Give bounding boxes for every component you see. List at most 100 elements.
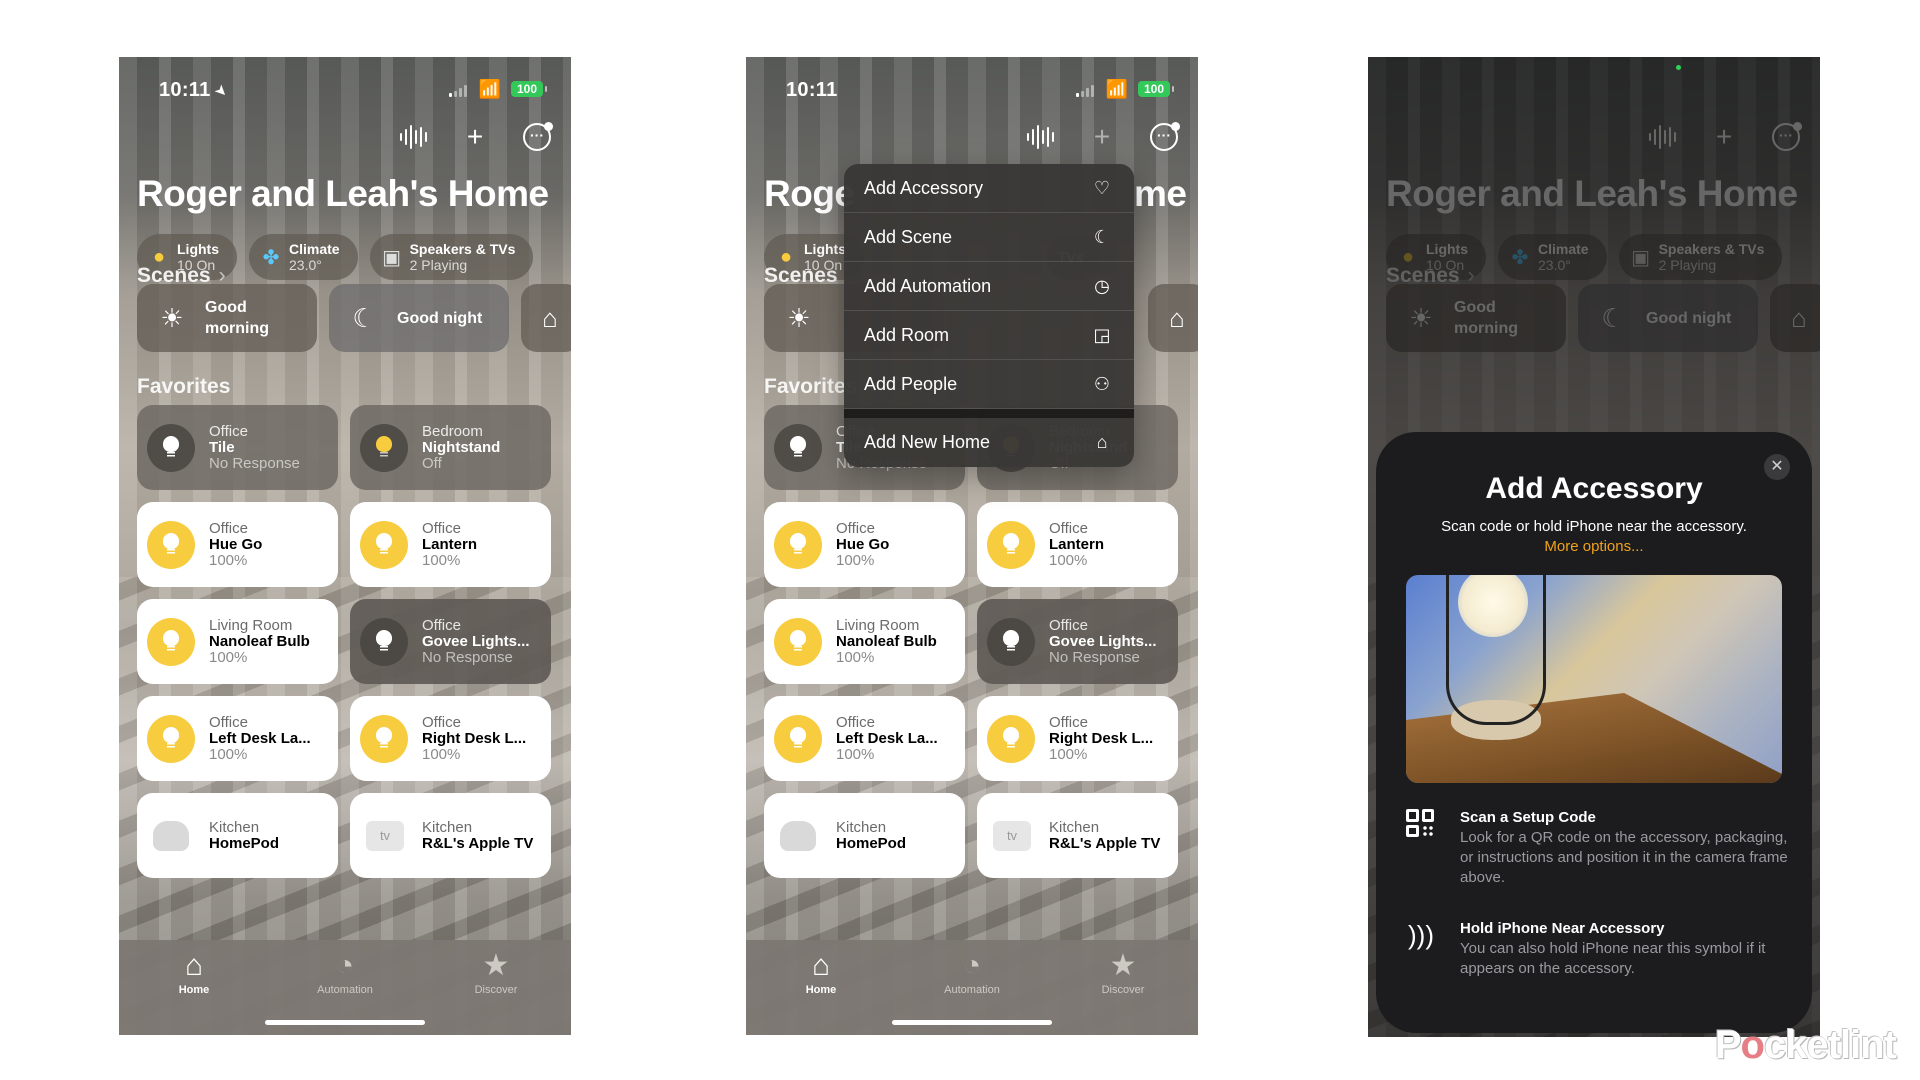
more-options-icon[interactable]: ··· (521, 121, 553, 153)
tab-discover[interactable]: ★ Discover (1063, 948, 1183, 996)
chip-climate[interactable]: ✤ Climate23.0° (249, 234, 358, 280)
menu-item-add-room[interactable]: Add Room ◲ (844, 311, 1134, 360)
homepod-icon (153, 820, 189, 851)
tile-name: R&L's Apple TV (422, 834, 534, 852)
tile-room: Living Room (209, 616, 293, 634)
tab-home[interactable]: ⌂ Home (761, 948, 881, 996)
tile-state: No Response (209, 454, 300, 472)
accessory-tile[interactable]: Kitchen HomePod (137, 793, 338, 878)
accessory-tile[interactable]: Office Left Desk La... 100% (764, 696, 965, 781)
watermark-power-icon: o (1740, 1023, 1765, 1067)
chip-subtitle: 23.0° (289, 257, 322, 273)
house-icon: ⌂ (811, 949, 831, 982)
sun-icon: ☀ (160, 302, 184, 333)
home-toolbar: + ··· (397, 121, 553, 153)
tile-name: HomePod (836, 834, 907, 852)
tile-state: 100% (836, 648, 875, 666)
tile-name: HomePod (209, 834, 280, 852)
house-icon: ⌂ (1096, 432, 1108, 452)
scene-good-morning[interactable]: ☀ Good morning (137, 284, 317, 352)
accessory-tile[interactable]: Office Right Desk L... 100% (977, 696, 1178, 781)
chip-subtitle: 2 Playing (409, 257, 468, 273)
favorites-grid: OfficeTileNo Response BedroomNightstandO… (764, 405, 1178, 878)
intercom-waveform-icon[interactable] (1024, 121, 1056, 153)
home-indicator[interactable] (892, 1020, 1052, 1025)
accessory-tile[interactable]: tv Kitchen R&L's Apple TV (977, 793, 1178, 878)
accessory-tile[interactable]: tv Kitchen R&L's Apple TV (350, 793, 551, 878)
more-options-icon[interactable]: ··· (1148, 121, 1180, 153)
add-accessory-sheet: ✕ Add Accessory Scan code or hold iPhone… (1376, 432, 1812, 1033)
location-arrow-icon: ➤ (210, 80, 232, 102)
tile-room: Office (209, 422, 248, 440)
scenes-row: ☀ Good morning ☾ Good night ⌂ (137, 284, 571, 352)
tab-label: Home (805, 984, 837, 996)
accessory-tile[interactable]: BedroomNightstandOff (350, 405, 551, 490)
add-plus-icon[interactable]: + (1086, 121, 1118, 153)
tab-automation[interactable]: ◔ Automation (285, 948, 405, 996)
tab-label: Automation (317, 984, 373, 996)
camera-viewfinder (1406, 575, 1782, 783)
accessory-tile[interactable]: Office Hue Go 100% (137, 502, 338, 587)
accessory-tile[interactable]: Office Lantern 100% (350, 502, 551, 587)
tile-name: Left Desk La... (836, 729, 938, 747)
cellular-signal-icon (1076, 85, 1094, 97)
accessory-tile[interactable]: Office Lantern 100% (977, 502, 1178, 587)
apple-tv-icon: tv (993, 820, 1031, 851)
star-icon: ★ (482, 949, 510, 982)
tile-state: 100% (1049, 745, 1088, 763)
lightbulb-icon (774, 617, 822, 666)
tile-room: Office (422, 519, 461, 537)
lightbulb-icon (360, 714, 408, 763)
tile-state: 100% (422, 745, 461, 763)
tile-state: 100% (1049, 551, 1088, 569)
accessory-tile[interactable]: Office Govee Lights... No Response (350, 599, 551, 684)
tile-room: Office (1049, 616, 1088, 634)
tile-state: 100% (422, 551, 461, 569)
option-scan-setup-code: Scan a Setup Code Look for a QR code on t… (1406, 809, 1788, 888)
home-indicator[interactable] (265, 1020, 425, 1025)
menu-item-add-people[interactable]: Add People ⚇ (844, 360, 1134, 409)
accessory-tile[interactable]: Living Room Nanoleaf Bulb 100% (764, 599, 965, 684)
menu-item-add-automation[interactable]: Add Automation ◷ (844, 262, 1134, 311)
lightbulb-icon (147, 423, 195, 472)
scene-home[interactable]: ⌂ (521, 284, 571, 352)
accessory-tile[interactable]: Kitchen HomePod (764, 793, 965, 878)
intercom-waveform-icon[interactable] (397, 121, 429, 153)
accessory-tile[interactable]: OfficeTileNo Response (137, 405, 338, 490)
moon-sparkle-icon: ☾ (1093, 226, 1111, 247)
room-icon: ◲ (1093, 324, 1111, 345)
tab-automation[interactable]: ◔ Automation (912, 948, 1032, 996)
accessory-tile[interactable]: Office Hue Go 100% (764, 502, 965, 587)
scene-good-night[interactable]: ☾ Good night (329, 284, 509, 352)
tile-room: Office (836, 713, 875, 731)
chip-speakers-tvs[interactable]: ▣ Speakers & TVs2 Playing (369, 234, 534, 280)
accessory-tile[interactable]: Living Room Nanoleaf Bulb 100% (137, 599, 338, 684)
home-title: Roge me (764, 173, 1187, 215)
accessory-tile[interactable]: Office Right Desk L... 100% (350, 696, 551, 781)
favorites-title: Favorites (137, 375, 231, 398)
menu-item-add-new-home[interactable]: Add New Home ⌂ (844, 418, 1134, 467)
scene-home[interactable]: ⌂ (1148, 284, 1198, 352)
menu-divider (844, 409, 1134, 418)
tab-home[interactable]: ⌂ Home (134, 948, 254, 996)
add-plus-icon[interactable]: + (459, 121, 491, 153)
lightbulb-icon (774, 520, 822, 569)
home-toolbar: + ··· (1024, 121, 1180, 153)
tab-discover[interactable]: ★ Discover (436, 948, 556, 996)
menu-item-label: Add People (864, 373, 958, 394)
lightbulb-icon (987, 714, 1035, 763)
option-body: Look for a QR code on the accessory, pac… (1460, 829, 1788, 886)
accessory-tile[interactable]: Office Govee Lights... No Response (977, 599, 1178, 684)
cellular-signal-icon (449, 85, 467, 97)
clock-check-icon: ◔ (962, 949, 982, 982)
more-options-link[interactable]: More options... (1376, 538, 1812, 555)
lightbulb-icon (147, 617, 195, 666)
menu-item-add-accessory[interactable]: Add Accessory ♡ (844, 164, 1134, 213)
accessory-tile[interactable]: Office Left Desk La... 100% (137, 696, 338, 781)
home-title-fragment: Roge (764, 173, 855, 214)
menu-item-add-scene[interactable]: Add Scene ☾ (844, 213, 1134, 262)
sheet-title: Add Accessory (1485, 472, 1703, 505)
tile-room: Kitchen (422, 818, 473, 836)
chip-title: Climate (289, 241, 340, 257)
tile-name: Govee Lights... (1049, 632, 1157, 650)
